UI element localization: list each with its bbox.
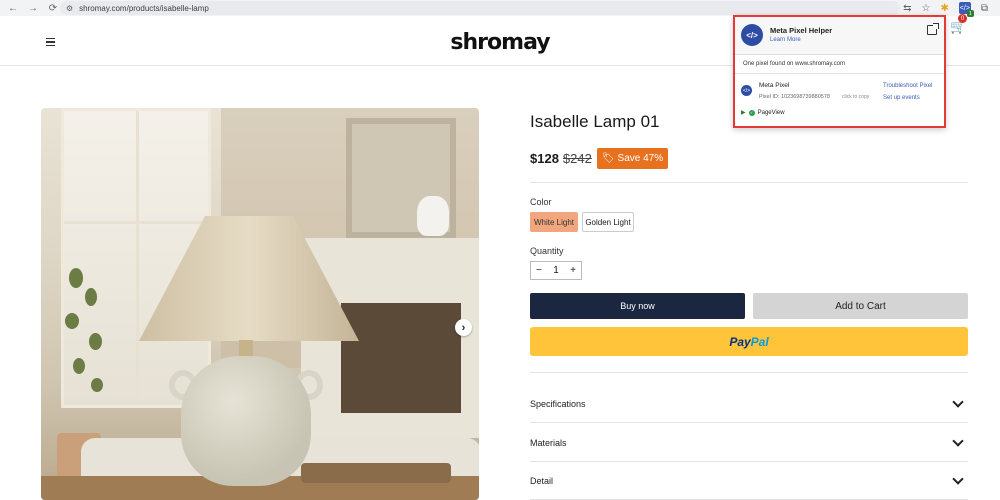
open-external-icon[interactable]: [927, 23, 939, 35]
troubleshoot-pixel-link[interactable]: Troubleshoot Pixel: [883, 83, 932, 89]
pixel-id[interactable]: Pixel ID: 1023698739880578: [759, 94, 830, 100]
check-icon: ✓: [748, 109, 755, 116]
forward-icon[interactable]: →: [26, 1, 40, 15]
popup-title: Meta Pixel Helper: [770, 26, 833, 35]
pixel-count-badge: 1: [966, 10, 974, 17]
color-option-golden-light[interactable]: Golden Light: [582, 212, 634, 232]
popup-header: </> Meta Pixel Helper Learn More: [735, 17, 944, 55]
product-image[interactable]: [41, 108, 479, 500]
event-name: PageView: [757, 109, 785, 116]
meta-pixel-helper-popup: </> Meta Pixel Helper Learn More One pix…: [733, 15, 946, 128]
extension-icons: ⇆ ☆ ✱ </> 1 ⧉: [903, 1, 988, 17]
browser-toolbar: ← → ⟳ ⚙ shromay.com/products/isabelle-la…: [0, 0, 1000, 17]
event-row-pageview[interactable]: ▶ ✓ PageView: [741, 109, 785, 116]
compare-price: $242: [562, 151, 592, 166]
accordion-label: Specifications: [530, 398, 586, 409]
paypal-logo-part2: Pal: [750, 334, 769, 349]
sale-badge: 🏷 Save 47%: [596, 148, 669, 169]
add-to-cart-button[interactable]: Add to Cart: [753, 293, 968, 319]
learn-more-link[interactable]: Learn More: [770, 37, 801, 43]
bookmark-star-icon[interactable]: ☆: [922, 3, 931, 14]
extensions-menu-icon[interactable]: ⧉: [981, 3, 988, 14]
address-bar[interactable]: ⚙ shromay.com/products/isabelle-lamp: [60, 1, 900, 15]
paypal-logo-part1: Pay: [729, 334, 751, 349]
pixels-found-text: One pixel found on www.shromay.com: [743, 61, 845, 67]
chevron-down-icon: [952, 395, 964, 408]
accordion-specifications[interactable]: Specifications: [530, 385, 968, 423]
paypal-button[interactable]: Pay Pal: [530, 327, 968, 356]
translate-icon[interactable]: ⇆: [903, 3, 911, 14]
price-row: $128 $242 🏷 Save 47%: [530, 148, 669, 169]
product-title: Isabelle Lamp 01: [530, 112, 660, 131]
tag-icon: 🏷: [601, 153, 615, 164]
accordion-detail[interactable]: Detail: [530, 462, 968, 500]
sale-price: $128: [530, 151, 559, 166]
accordion-materials[interactable]: Materials: [530, 424, 968, 462]
pixel-name: Meta Pixel: [759, 82, 790, 89]
quantity-stepper: − 1 +: [530, 261, 582, 280]
meta-pixel-extension-icon[interactable]: </> 1: [958, 2, 974, 17]
site-info-icon[interactable]: ⚙: [66, 4, 73, 13]
accordion-label: Materials: [530, 437, 567, 448]
extension-puzzle-icon[interactable]: ✱: [940, 3, 948, 14]
set-up-events-link[interactable]: Set up events: [883, 95, 920, 101]
minus-icon[interactable]: −: [536, 265, 542, 276]
quantity-label: Quantity: [530, 246, 564, 256]
chevron-down-icon: [952, 434, 964, 447]
quantity-value[interactable]: 1: [553, 265, 559, 276]
plus-icon[interactable]: +: [570, 265, 576, 276]
pixel-row-icon: </>: [741, 85, 752, 96]
url-text: shromay.com/products/isabelle-lamp: [79, 3, 209, 13]
color-option-white-light[interactable]: White Light: [530, 212, 578, 232]
accordion-label: Detail: [530, 475, 554, 486]
back-icon[interactable]: ←: [6, 1, 20, 15]
next-image-chevron-icon[interactable]: ›: [455, 319, 472, 336]
reload-icon[interactable]: ⟳: [46, 1, 60, 15]
chevron-down-icon: [952, 472, 964, 485]
meta-pixel-logo-icon: </>: [741, 24, 763, 46]
buy-now-button[interactable]: Buy now: [530, 293, 745, 319]
click-to-copy-hint[interactable]: click to copy: [842, 94, 869, 100]
divider: [530, 182, 968, 183]
sale-badge-text: Save 47%: [617, 153, 664, 164]
cart-count-badge: 0: [958, 14, 967, 23]
divider: [735, 73, 944, 74]
color-label: Color: [530, 197, 552, 207]
expand-triangle-icon[interactable]: ▶: [741, 109, 746, 116]
divider: [530, 372, 968, 373]
